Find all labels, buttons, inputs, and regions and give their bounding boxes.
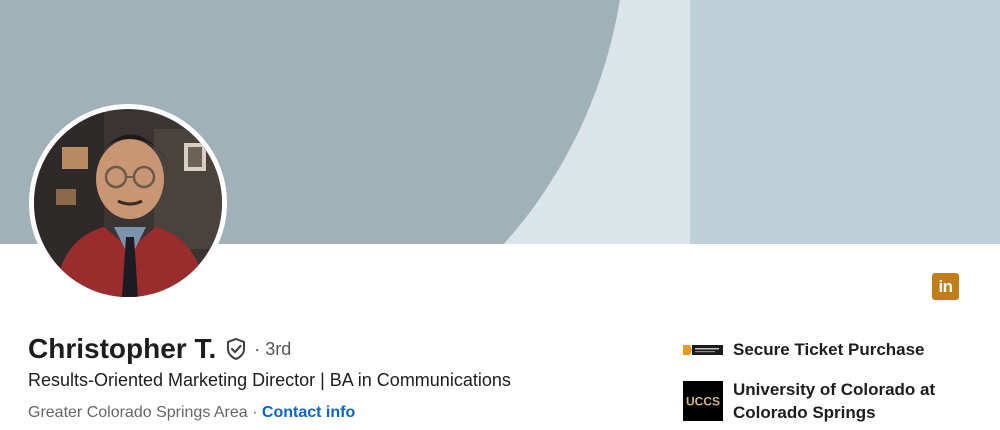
profile-avatar[interactable] bbox=[29, 104, 227, 302]
university-label-line2: Colorado Springs bbox=[733, 403, 876, 422]
university-label-line1: University of Colorado at bbox=[733, 380, 936, 399]
uccs-logo-lettering: UCCS bbox=[686, 395, 720, 409]
contact-info-link[interactable]: Contact info bbox=[262, 404, 355, 421]
name-row: Christopher T. · 3rd bbox=[28, 330, 291, 368]
connection-degree: · 3rd bbox=[254, 338, 292, 359]
experience-label: Secure Ticket Purchase bbox=[733, 340, 925, 359]
university-label: University of Colorado at Colorado Sprin… bbox=[733, 378, 935, 424]
experience-item-ticket[interactable]: Secure Ticket Purchase bbox=[683, 338, 925, 361]
profile-location: Greater Colorado Springs Area · bbox=[28, 404, 258, 421]
svg-text:UCCS: UCCS bbox=[686, 395, 720, 409]
location-row: Greater Colorado Springs Area · Contact … bbox=[28, 404, 355, 422]
linkedin-icon[interactable]: in bbox=[932, 273, 959, 300]
ticket-company-logo bbox=[683, 343, 723, 357]
profile-headline: Results-Oriented Marketing Director | BA… bbox=[28, 370, 511, 390]
profile-name: Christopher T. bbox=[28, 333, 217, 364]
banner-panel bbox=[690, 0, 1000, 244]
experience-item-university[interactable]: UCCS University of Colorado at Colorado … bbox=[683, 378, 935, 424]
avatar-photo bbox=[34, 109, 222, 297]
uccs-logo: UCCS bbox=[683, 381, 723, 421]
verified-shield-icon[interactable] bbox=[224, 337, 248, 361]
